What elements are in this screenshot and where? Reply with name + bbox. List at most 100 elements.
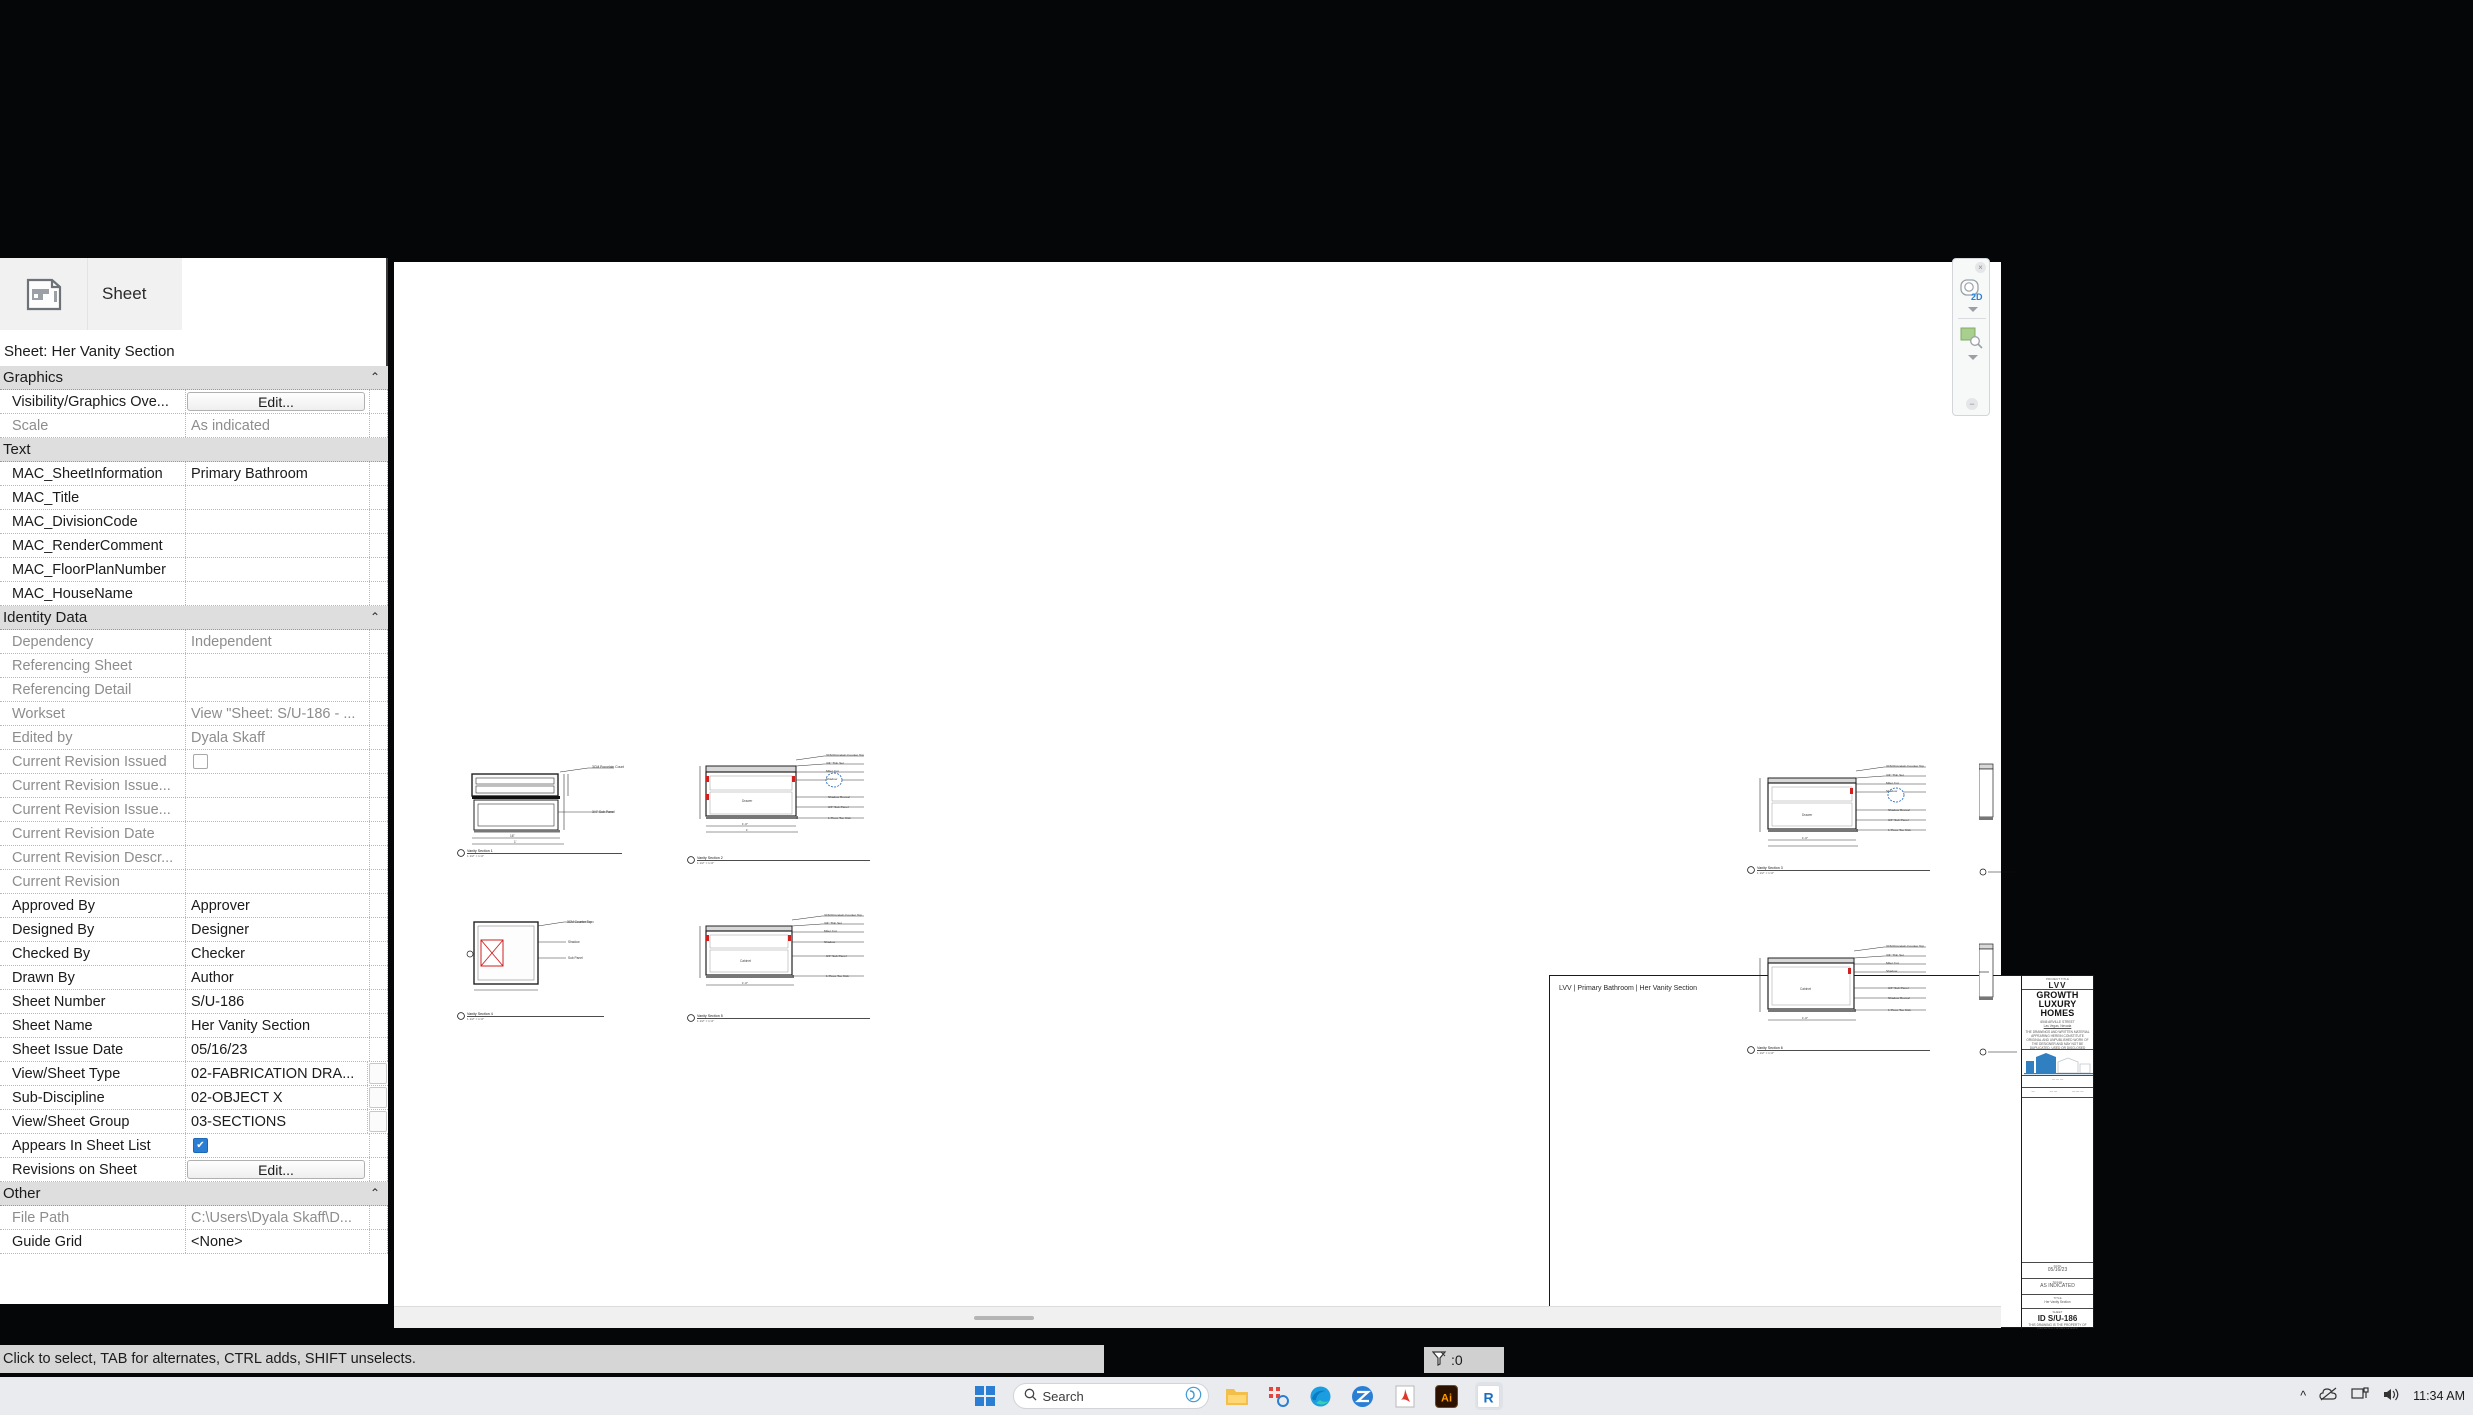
property-value[interactable] [186, 558, 370, 581]
property-name: Sheet Name [0, 1014, 186, 1037]
property-value[interactable]: Designer [186, 918, 370, 941]
overflow-chevron-icon[interactable]: ^ [2300, 1389, 2306, 1403]
view-vanity-section-1[interactable]: 3CM Porcelain Counter Top 3/4" Sub Panel… [454, 762, 624, 862]
filter-icon[interactable] [1431, 1350, 1447, 1370]
network-icon[interactable] [2351, 1387, 2369, 1405]
property-value[interactable]: <None> [186, 1230, 370, 1253]
cloud-icon[interactable] [2319, 1387, 2338, 1405]
pdf-icon[interactable] [1391, 1382, 1419, 1410]
zoom-region-icon[interactable] [1960, 327, 1984, 349]
dropdown-affordance[interactable] [369, 1063, 387, 1084]
property-row[interactable]: Appears In Sheet List ✔ [0, 1134, 388, 1158]
type-selector[interactable]: Sheet [0, 258, 182, 330]
property-row[interactable]: Drawn By Author [0, 966, 388, 990]
type-selector-label: Sheet [102, 284, 147, 303]
property-row[interactable]: MAC_DivisionCode [0, 510, 388, 534]
view-partial-right-top[interactable] [1979, 752, 2019, 882]
property-row[interactable]: MAC_FloorPlanNumber [0, 558, 388, 582]
clock[interactable]: 11:34 AM [2413, 1389, 2465, 1403]
search-box[interactable]: Search [1012, 1383, 1209, 1409]
property-row[interactable]: Visibility/Graphics Ove... Edit... [0, 390, 388, 414]
property-value[interactable]: Primary Bathroom [186, 462, 370, 485]
navigation-bar[interactable]: × 2D − [1952, 258, 1990, 416]
property-row[interactable]: View/Sheet Group 03-SECTIONS [0, 1110, 388, 1134]
drawing-canvas[interactable]: LVV | Primary Bathroom | Her Vanity Sect… [394, 262, 2094, 1329]
property-row[interactable]: Sheet Name Her Vanity Section [0, 1014, 388, 1038]
property-row[interactable]: Designed By Designer [0, 918, 388, 942]
property-row[interactable]: Sheet Number S/U-186 [0, 990, 388, 1014]
property-row[interactable]: Guide Grid <None> [0, 1230, 388, 1254]
property-value[interactable]: Edit... [186, 390, 370, 413]
view-vanity-section-3[interactable]: 3CM Porcelain Counter Top 3/4" Thin Set … [1744, 762, 1934, 877]
property-value[interactable]: S/U-186 [186, 990, 370, 1013]
view-vanity-section-2[interactable]: 3CM Porcelain Counter Top 3/4" Thin Set … [684, 752, 874, 872]
snipping-tool-icon[interactable] [1265, 1382, 1293, 1410]
collapse-chevron-icon[interactable]: ⌃ [370, 370, 380, 384]
property-value[interactable]: 02-OBJECT X [186, 1086, 368, 1109]
selection-indicator[interactable]: :0 [1424, 1347, 1504, 1373]
property-extra-cell [370, 1206, 388, 1229]
property-value[interactable] [186, 534, 370, 557]
checkbox-unchecked-icon[interactable] [193, 754, 208, 769]
property-row[interactable]: MAC_Title [0, 486, 388, 510]
checkbox-checked-icon[interactable]: ✔ [193, 1138, 208, 1153]
collapse-chevron-icon[interactable]: ⌃ [370, 610, 380, 624]
view-partial-right-bottom[interactable] [1979, 932, 2019, 1062]
property-value[interactable]: 02-FABRICATION DRA... [186, 1062, 368, 1085]
collapse-chevron-icon[interactable]: ⌃ [370, 1186, 380, 1200]
property-extra-cell [370, 1134, 388, 1157]
type-name-field[interactable]: Sheet: Her Vanity Section [0, 340, 258, 362]
dropdown-affordance[interactable] [369, 1087, 387, 1108]
property-row[interactable]: MAC_HouseName [0, 582, 388, 606]
minimize-icon[interactable]: − [1966, 398, 1978, 410]
view-vanity-section-4[interactable]: 3CM Counter Top Shadow Sub Panel Vanity … [454, 912, 614, 1027]
property-row[interactable]: Sub-Discipline 02-OBJECT X [0, 1086, 388, 1110]
chevron-down-icon[interactable] [1968, 355, 1978, 360]
property-value[interactable]: Approver [186, 894, 370, 917]
property-row[interactable]: MAC_RenderComment [0, 534, 388, 558]
property-value[interactable] [186, 510, 370, 533]
property-row[interactable]: Sheet Issue Date 05/16/23 [0, 1038, 388, 1062]
property-value[interactable] [186, 486, 370, 509]
property-group-header[interactable]: Graphics ⌃ [0, 366, 388, 390]
chevron-down-icon[interactable] [1968, 307, 1978, 312]
property-group-header[interactable]: Identity Data ⌃ [0, 606, 388, 630]
property-group-header[interactable]: Other ⌃ [0, 1182, 388, 1206]
property-value[interactable]: Edit... [186, 1158, 370, 1181]
zoom-video-icon[interactable] [1349, 1382, 1377, 1410]
property-row[interactable]: View/Sheet Type 02-FABRICATION DRA... [0, 1062, 388, 1086]
property-value[interactable]: 05/16/23 [186, 1038, 370, 1061]
dropdown-affordance[interactable] [369, 1111, 387, 1132]
property-extra-cell [370, 1158, 388, 1181]
illustrator-icon[interactable]: Ai [1433, 1382, 1461, 1410]
edit-button[interactable]: Edit... [187, 392, 365, 411]
property-value[interactable]: ✔ [186, 1134, 370, 1157]
property-row[interactable]: Approved By Approver [0, 894, 388, 918]
edge-icon[interactable] [1307, 1382, 1335, 1410]
property-value[interactable] [186, 582, 370, 605]
property-group-header[interactable]: Text [0, 438, 388, 462]
property-row[interactable]: Checked By Checker [0, 942, 388, 966]
property-row[interactable]: MAC_SheetInformation Primary Bathroom [0, 462, 388, 486]
speaker-icon[interactable] [2382, 1387, 2400, 1405]
file-explorer-icon[interactable] [1223, 1382, 1251, 1410]
start-button[interactable] [971, 1382, 999, 1410]
svg-text:3CM Porcelain Counter Top: 3CM Porcelain Counter Top [1886, 944, 1924, 948]
property-value[interactable]: 03-SECTIONS [186, 1110, 368, 1133]
edit-button[interactable]: Edit... [187, 1160, 365, 1179]
view-vanity-section-5[interactable]: 3CM Porcelain Counter Top 3/4" Thin Set … [684, 912, 874, 1027]
view-vanity-section-6[interactable]: 3CM Porcelain Counter Top 3/4" Thin Set … [1744, 942, 1934, 1057]
close-icon[interactable]: × [1975, 262, 1986, 273]
scrollbar-thumb[interactable] [974, 1316, 1034, 1320]
property-value[interactable]: Her Vanity Section [186, 1014, 370, 1037]
canvas-horizontal-scrollbar[interactable] [394, 1306, 2001, 1328]
property-value[interactable]: Author [186, 966, 370, 989]
property-name: Scale [0, 414, 186, 437]
property-extra-cell [370, 894, 388, 917]
steering-wheel-2d-icon[interactable]: 2D [1959, 277, 1985, 303]
property-row[interactable]: Revisions on Sheet Edit... [0, 1158, 388, 1182]
property-value[interactable]: Checker [186, 942, 370, 965]
revit-icon[interactable]: R [1474, 1382, 1503, 1410]
copilot-icon[interactable] [1185, 1386, 1202, 1406]
svg-text:Miter Cut: Miter Cut [1886, 781, 1899, 785]
